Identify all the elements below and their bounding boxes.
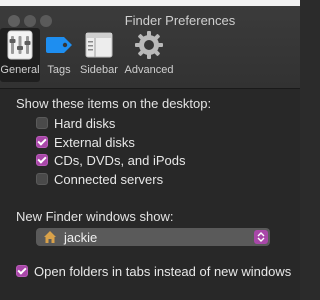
hard-disks-checkbox-row[interactable]: Hard disks (36, 114, 115, 132)
new-window-popup[interactable]: jackie (36, 228, 270, 246)
tab-advanced-label: Advanced (124, 64, 174, 76)
tab-tags-label: Tags (47, 64, 71, 76)
tab-general-label: General (0, 64, 40, 76)
connected-servers-label: Connected servers (54, 171, 164, 187)
general-icon (3, 28, 37, 62)
home-folder-icon (42, 229, 58, 245)
external-disks-checkbox-row[interactable]: External disks (36, 133, 135, 151)
finder-preferences-window: Finder Preferences General Tags Sidebar … (0, 0, 300, 300)
external-disks-checkbox[interactable] (36, 136, 48, 148)
tab-sidebar[interactable]: Sidebar (78, 28, 120, 82)
tab-general[interactable]: General (0, 28, 40, 82)
new-window-heading: New Finder windows show: (16, 209, 174, 224)
desktop-items-heading: Show these items on the desktop: (16, 96, 212, 111)
tab-tags[interactable]: Tags (42, 28, 76, 82)
open-in-tabs-label: Open folders in tabs instead of new wind… (34, 263, 292, 279)
window-title: Finder Preferences (124, 13, 236, 28)
new-window-selected: jackie (64, 229, 98, 245)
open-in-tabs-checkbox-row[interactable]: Open folders in tabs instead of new wind… (16, 262, 291, 280)
connected-servers-checkbox-row[interactable]: Connected servers (36, 170, 163, 188)
sidebar-icon (82, 28, 116, 62)
hard-disks-checkbox[interactable] (36, 117, 48, 129)
chevron-updown-icon (254, 230, 268, 244)
title-bar: Finder Preferences General Tags Sidebar … (0, 6, 300, 89)
external-disks-label: External disks (54, 134, 135, 150)
tab-sidebar-label: Sidebar (80, 64, 118, 76)
general-pane: Show these items on the desktop: Hard di… (0, 89, 300, 300)
connected-servers-checkbox[interactable] (36, 173, 48, 185)
gear-icon (132, 28, 166, 62)
cds-dvds-ipods-checkbox-row[interactable]: CDs, DVDs, and iPods (36, 151, 186, 169)
tab-advanced[interactable]: Advanced (122, 28, 176, 82)
hard-disks-label: Hard disks (54, 115, 116, 131)
tag-icon (42, 28, 76, 62)
cds-dvds-ipods-label: CDs, DVDs, and iPods (54, 152, 186, 168)
open-in-tabs-checkbox[interactable] (16, 265, 28, 277)
cds-dvds-ipods-checkbox[interactable] (36, 154, 48, 166)
